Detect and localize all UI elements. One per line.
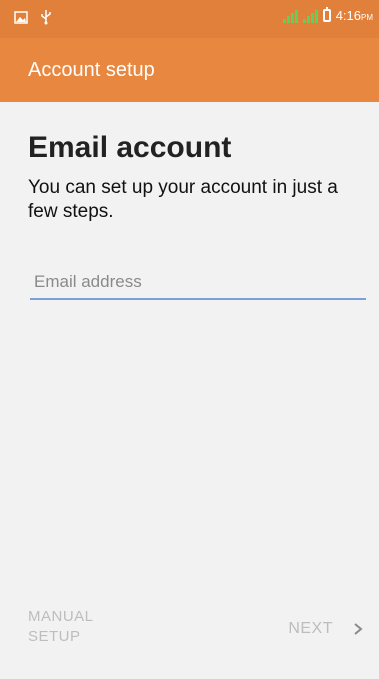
usb-icon (41, 10, 51, 25)
status-bar: 4:16PM (0, 0, 379, 38)
battery-icon (322, 7, 331, 22)
app-bar: Account setup (0, 38, 379, 102)
screen: 4:16PM Account setup Email account You c… (0, 0, 379, 679)
signal-sim1-icon (282, 9, 298, 23)
page-title: Email account (28, 131, 232, 164)
status-clock-suffix: PM (361, 13, 373, 22)
main-content: Email account You can set up your accoun… (28, 128, 358, 224)
next-button[interactable]: NEXT (288, 620, 363, 638)
image-notification-icon (14, 10, 28, 24)
chevron-right-icon (354, 623, 363, 635)
signal-sim2-icon (302, 9, 318, 23)
status-clock: 4:16PM (335, 8, 373, 23)
next-button-label: NEXT (288, 620, 333, 637)
status-right-icons: 4:16PM (282, 7, 373, 23)
email-address-input[interactable] (30, 266, 366, 300)
status-left-icons (14, 9, 52, 25)
manual-setup-button[interactable]: MANUAL SETUP (28, 607, 138, 647)
app-bar-title: Account setup (28, 58, 155, 81)
page-description: You can set up your account in just a fe… (28, 177, 338, 222)
